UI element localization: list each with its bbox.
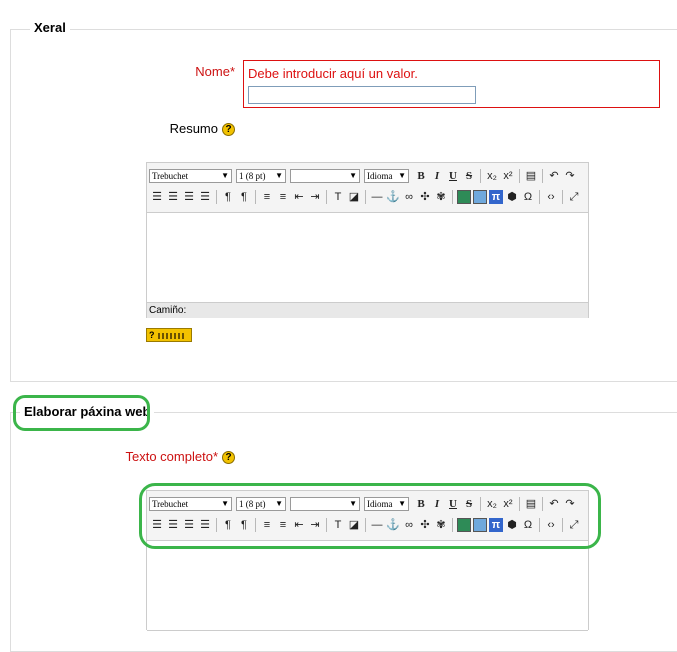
horizontal-rule-icon[interactable]: — bbox=[370, 190, 384, 204]
align-left-icon[interactable]: ☰ bbox=[150, 190, 164, 204]
underline-icon[interactable]: U bbox=[446, 169, 460, 183]
toolbar-separator bbox=[519, 169, 520, 183]
toolbar-separator bbox=[326, 190, 327, 204]
text-color-icon[interactable]: T bbox=[331, 190, 345, 204]
chevron-down-icon: ▼ bbox=[398, 171, 406, 180]
fullscreen-icon[interactable]: ⤢ bbox=[567, 190, 581, 204]
name-error-message: Debe introducir aquí un valor. bbox=[248, 66, 418, 81]
summary-label-text: Resumo bbox=[169, 121, 218, 136]
toolbar-separator bbox=[216, 190, 217, 204]
general-legend: Xeral bbox=[30, 20, 70, 36]
anchor-icon[interactable]: ⚓ bbox=[386, 190, 400, 204]
language-value: Idioma bbox=[367, 171, 393, 181]
align-justify-icon[interactable]: ☰ bbox=[198, 190, 212, 204]
keyboard-keys-glyph bbox=[157, 332, 184, 339]
toolbar-separator bbox=[255, 190, 256, 204]
unordered-list-icon[interactable]: ≡ bbox=[276, 190, 290, 204]
unlink-icon[interactable]: ✣ bbox=[418, 190, 432, 204]
clean-word-icon[interactable]: ▤ bbox=[524, 169, 538, 183]
toolbar-separator bbox=[562, 190, 563, 204]
full-text-editor-area[interactable] bbox=[147, 540, 588, 631]
outdent-icon[interactable]: ⇤ bbox=[292, 190, 306, 204]
undo-icon[interactable]: ↶ bbox=[547, 169, 561, 183]
table-icon[interactable] bbox=[473, 190, 487, 204]
name-label: Nome* bbox=[150, 64, 235, 79]
link-icon[interactable]: ∞ bbox=[402, 190, 416, 204]
toolbar-separator bbox=[365, 190, 366, 204]
ordered-list-icon[interactable]: ≡ bbox=[260, 190, 274, 204]
toolbar-separator bbox=[539, 190, 540, 204]
help-icon[interactable]: ? bbox=[222, 451, 235, 465]
rtl-icon[interactable]: ¶ bbox=[237, 190, 251, 204]
font-family-value: Trebuchet bbox=[152, 171, 189, 181]
italic-icon[interactable]: I bbox=[430, 169, 444, 183]
summary-editor: Trebuchet ▼ 1 (8 pt) ▼ ▼ Idioma ▼ B I U S x… bbox=[146, 162, 589, 318]
full-text-label: Texto completo*? bbox=[118, 449, 235, 465]
format-select[interactable]: ▼ bbox=[290, 169, 360, 183]
toolbar-highlight-oval bbox=[139, 483, 601, 549]
summary-label: Resumo? bbox=[150, 121, 235, 137]
superscript-icon[interactable]: x² bbox=[501, 169, 515, 183]
required-mark: * bbox=[212, 449, 218, 464]
editor-path-bar: Camiño: bbox=[147, 303, 588, 318]
keyboard-help-label: ? bbox=[149, 330, 155, 340]
required-mark: * bbox=[229, 64, 235, 79]
summary-editor-area[interactable] bbox=[147, 212, 588, 303]
font-size-value: 1 (8 pt) bbox=[239, 171, 266, 181]
language-select[interactable]: Idioma ▼ bbox=[364, 169, 409, 183]
chevron-down-icon: ▼ bbox=[275, 171, 283, 180]
bold-icon[interactable]: B bbox=[414, 169, 428, 183]
legend-highlight-oval bbox=[13, 395, 150, 431]
chevron-down-icon: ▼ bbox=[221, 171, 229, 180]
strikethrough-icon[interactable]: S bbox=[462, 169, 476, 183]
keyboard-help-icon[interactable]: ? bbox=[146, 328, 192, 342]
align-right-icon[interactable]: ☰ bbox=[182, 190, 196, 204]
redo-icon[interactable]: ↷ bbox=[563, 169, 577, 183]
align-center-icon[interactable]: ☰ bbox=[166, 190, 180, 204]
special-char-icon[interactable]: Ω bbox=[521, 190, 535, 204]
indent-icon[interactable]: ⇥ bbox=[308, 190, 322, 204]
html-source-icon[interactable]: ‹› bbox=[544, 190, 558, 204]
editor-toolbar-row-2: ☰ ☰ ☰ ☰ ¶ ¶ ≡ ≡ ⇤ ⇥ T ◪ — ⚓ ∞ ✣ ✾ π ⬢ Ω … bbox=[149, 187, 586, 207]
toolbar-separator bbox=[480, 169, 481, 183]
name-label-text: Nome bbox=[195, 64, 230, 79]
editor-toolbar-row-1: Trebuchet ▼ 1 (8 pt) ▼ ▼ Idioma ▼ B I U S x… bbox=[149, 166, 586, 186]
font-size-select[interactable]: 1 (8 pt) ▼ bbox=[236, 169, 286, 183]
chevron-down-icon: ▼ bbox=[349, 171, 357, 180]
background-color-icon[interactable]: ◪ bbox=[347, 190, 361, 204]
image-icon[interactable] bbox=[457, 190, 471, 204]
font-family-select[interactable]: Trebuchet ▼ bbox=[149, 169, 232, 183]
help-icon[interactable]: ? bbox=[222, 123, 235, 137]
math-icon[interactable]: π bbox=[489, 190, 503, 204]
nolink-icon[interactable]: ✾ bbox=[434, 190, 448, 204]
toolbar-separator bbox=[452, 190, 453, 204]
name-input[interactable] bbox=[248, 86, 476, 104]
toolbar-separator bbox=[542, 169, 543, 183]
full-text-label-text: Texto completo bbox=[125, 449, 213, 464]
subscript-icon[interactable]: x₂ bbox=[485, 169, 499, 183]
emoticon-icon[interactable]: ⬢ bbox=[505, 190, 519, 204]
ltr-icon[interactable]: ¶ bbox=[221, 190, 235, 204]
